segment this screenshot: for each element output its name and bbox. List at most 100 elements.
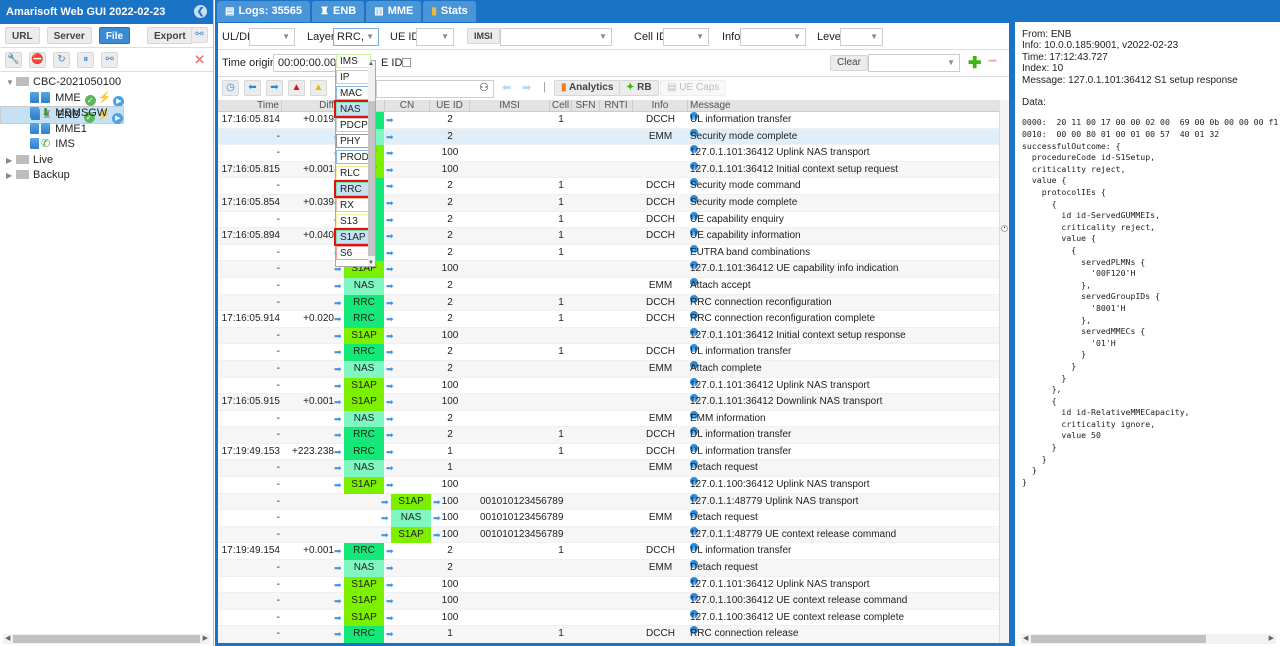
- analytics-button[interactable]: ▮ Analytics: [554, 80, 621, 96]
- play-icon[interactable]: ▶: [113, 95, 125, 107]
- layer-option-rlc[interactable]: RLC: [336, 166, 371, 180]
- error-icon[interactable]: ▲: [288, 80, 305, 96]
- col-ueid[interactable]: UE ID: [430, 100, 470, 112]
- arrow-left-icon[interactable]: ⬅: [244, 80, 261, 96]
- col-cell[interactable]: Cell: [550, 100, 572, 112]
- url-button[interactable]: URL: [5, 27, 40, 44]
- layer-option-s6[interactable]: S6: [336, 246, 371, 260]
- table-row[interactable]: 17:16:05.914 +0.020 ➡ RRC ➡ 2 1 DCCH i RRC connec…: [218, 311, 999, 328]
- collapse-panel-icon[interactable]: ❮: [194, 5, 207, 18]
- collapsed-icon[interactable]: ▶: [6, 168, 16, 184]
- layer-option-rrc[interactable]: RRC: [334, 180, 373, 198]
- col-cn[interactable]: CN: [385, 100, 430, 112]
- scroll-marker-icon[interactable]: •: [1001, 225, 1008, 232]
- table-row[interactable]: -➡S1AP➡100i127.0.1.101:36412 Uplink NAS …: [218, 377, 999, 395]
- group-ueid-checkbox[interactable]: [402, 58, 411, 67]
- tab-stats[interactable]: ▮ Stats: [423, 1, 476, 22]
- layer-select[interactable]: RRC, ▼: [333, 28, 379, 46]
- search-next-icon[interactable]: ➡: [522, 81, 531, 94]
- left-horizontal-scrollbar[interactable]: ◀ ▶: [3, 634, 210, 644]
- col-time[interactable]: Time: [218, 100, 282, 112]
- stop-icon[interactable]: ⛔: [29, 52, 47, 68]
- scroll-left-icon[interactable]: ◀: [1023, 634, 1028, 644]
- table-row[interactable]: - ➡ S1AP ➡ 100 i 127.0.1.100:36412 UE context …: [218, 593, 999, 610]
- info-select[interactable]: ▼: [740, 28, 806, 46]
- layer-option-prod[interactable]: PROD: [336, 150, 371, 164]
- tree-node-backup[interactable]: ▶ Backup: [0, 168, 213, 184]
- scroll-up-icon[interactable]: ▲: [368, 61, 374, 67]
- tab-logs[interactable]: ▤ Logs: 35565: [217, 1, 311, 22]
- server-button[interactable]: Server: [46, 27, 92, 44]
- table-row[interactable]: - ➡ NAS ➡ 100 001010123456789 EMM i Detach reque…: [218, 510, 999, 527]
- col-diff[interactable]: Diff: [282, 100, 337, 112]
- col-rnti[interactable]: RNTI: [600, 100, 633, 112]
- dropdown-scrollbar[interactable]: ▲ ▼: [368, 61, 375, 266]
- table-row[interactable]: 17:16:05.915 +0.001 ➡ S1AP ➡ 100 i 127.0.1.101:…: [218, 394, 999, 411]
- clear-button[interactable]: Clear: [830, 55, 868, 71]
- table-row[interactable]: 17:19:49.153 +223.238 ➡ RRC ➡ 1 1 DCCH i UL infor…: [218, 443, 999, 461]
- scroll-thumb[interactable]: [1031, 635, 1206, 643]
- filter-preset-select[interactable]: ▼: [868, 54, 960, 72]
- table-row[interactable]: - ➡ NAS ➡ 2 EMM i Attach accept: [218, 277, 999, 295]
- remove-icon[interactable]: −: [988, 53, 997, 71]
- col-message[interactable]: Message: [688, 100, 998, 112]
- table-row[interactable]: - ➡ RRC ➡ 1 1 DCCH i RRC connection release: [218, 626, 999, 643]
- table-row[interactable]: - ➡ S1AP ➡ 100 i 127.0.1.100:36412 UE context …: [218, 609, 999, 627]
- warning-icon[interactable]: ▲: [310, 80, 327, 96]
- tree-node-cbc[interactable]: ▼ CBC-2021050100: [0, 75, 213, 91]
- imsi-select[interactable]: ▼: [500, 28, 612, 46]
- table-row[interactable]: - ➡ NAS ➡ 2 EMM i EMM information: [218, 410, 999, 428]
- search-prev-icon[interactable]: ⬅: [502, 81, 511, 94]
- table-row[interactable]: - ➡ NAS ➡ 2 EMM i Attach complete: [218, 360, 999, 378]
- tree-node-ims[interactable]: ✆ IMS: [0, 137, 213, 153]
- table-row[interactable]: - ➡ S1AP ➡ 100 i 127.0.1.100:36412 Uplink NAS …: [218, 477, 999, 494]
- table-row[interactable]: - ➡ S1AP ➡ 100 i 127.0.1.101:36412 Initial con…: [218, 327, 999, 345]
- layer-option-s13[interactable]: S13: [336, 214, 371, 228]
- search-input[interactable]: [376, 80, 494, 98]
- scroll-thumb[interactable]: [13, 635, 200, 643]
- tree-node-mme1[interactable]: MME1: [0, 122, 213, 138]
- col-sfn[interactable]: SFN: [572, 100, 600, 112]
- add-icon[interactable]: ✚: [968, 53, 981, 73]
- table-row[interactable]: - ➡ NAS ➡ 2 EMM i Detach request: [218, 560, 999, 577]
- layer-option-pdcp[interactable]: PDCP: [336, 118, 371, 132]
- scroll-right-icon[interactable]: ▶: [1269, 634, 1274, 644]
- rb-button[interactable]: ✦ RB: [619, 80, 659, 96]
- detail-horizontal-scrollbar[interactable]: ◀ ▶: [1021, 634, 1276, 644]
- layer-option-s1ap[interactable]: S1AP: [334, 228, 373, 246]
- col-info[interactable]: Info: [633, 100, 688, 112]
- plug-icon[interactable]: ⚯: [101, 52, 119, 68]
- table-row[interactable]: - ➡ NAS ➡ 1 EMM i Detach request: [218, 460, 999, 478]
- level-select[interactable]: ▼: [840, 28, 883, 46]
- layer-option-nas[interactable]: NAS: [334, 100, 373, 118]
- scroll-left-icon[interactable]: ◀: [5, 634, 10, 644]
- export-button[interactable]: Export: [147, 27, 193, 44]
- table-vertical-scrollbar[interactable]: •: [999, 100, 1009, 643]
- clock-icon[interactable]: ◷: [222, 80, 239, 96]
- cellid-select[interactable]: ▼: [663, 28, 709, 46]
- expand-icon[interactable]: ▼: [6, 75, 16, 91]
- uldl-select[interactable]: ▼: [249, 28, 295, 46]
- arrow-right-icon[interactable]: ➡: [266, 80, 283, 96]
- table-row[interactable]: - ➡ S1AP ➡ 100 001010123456789 i 127.0.1.1:4877…: [218, 526, 999, 544]
- file-button[interactable]: File: [98, 27, 131, 44]
- table-row[interactable]: -➡S1AP➡100i127.0.1.101:36412 Uplink NAS …: [218, 576, 999, 594]
- layer-option-ims[interactable]: IMS: [336, 54, 371, 68]
- collapsed-icon[interactable]: ▶: [6, 153, 16, 169]
- refresh-icon[interactable]: ↻: [53, 52, 71, 68]
- tree-node-mbmsgw[interactable]: ⬇ MBMSGW: [0, 106, 213, 122]
- scroll-right-icon[interactable]: ▶: [203, 634, 208, 644]
- layer-option-phy[interactable]: PHY: [336, 134, 371, 148]
- layer-option-rx[interactable]: RX: [336, 198, 371, 212]
- wrench-icon[interactable]: 🔧: [5, 52, 22, 68]
- table-row[interactable]: 17:19:49.154 +0.001 ➡ RRC ➡ 2 1 DCCH i UL informa…: [218, 543, 999, 561]
- dropdown-scroll-thumb[interactable]: [368, 101, 375, 256]
- table-row[interactable]: - ➡ RRC ➡ 2 1 DCCH i UL information transfer: [218, 344, 999, 361]
- layer-option-ip[interactable]: IP: [336, 70, 371, 84]
- table-row[interactable]: - ➡ RRC ➡ 2 1 DCCH i DL information transfer: [218, 427, 999, 444]
- binoculars-icon[interactable]: ⚇: [479, 81, 489, 94]
- tree-node-mme[interactable]: MME ✓ ⚡ ▶: [0, 91, 213, 107]
- layer-option-mac[interactable]: MAC: [336, 86, 371, 100]
- tree-node-live[interactable]: ▶ Live: [0, 153, 213, 169]
- pause-icon[interactable]: ⏸: [77, 52, 95, 68]
